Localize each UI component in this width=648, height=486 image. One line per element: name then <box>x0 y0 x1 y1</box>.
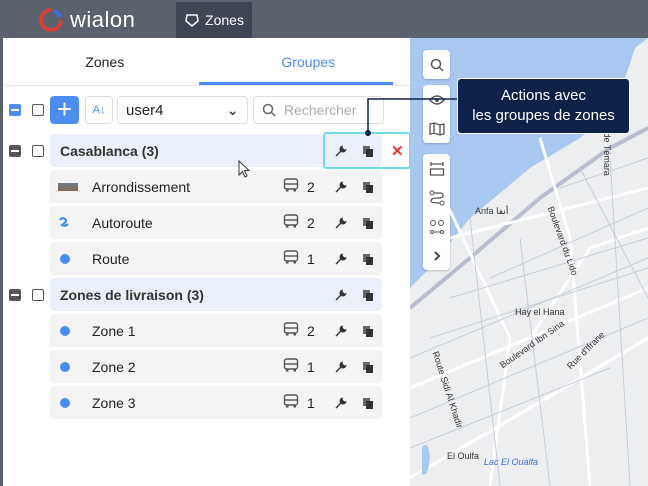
unit-count: 2 <box>307 178 315 195</box>
copy-icon[interactable] <box>362 360 376 374</box>
zone-row[interactable]: Route 1 <box>50 242 382 275</box>
group-collapse-toggle[interactable] <box>9 145 21 157</box>
copy-icon[interactable] <box>362 396 376 410</box>
group-row[interactable]: Zones de livraison (3) <box>50 278 382 311</box>
wrench-icon[interactable] <box>334 252 348 266</box>
map-search-control <box>423 50 450 79</box>
tab-groups[interactable]: Groupes <box>207 38 411 85</box>
route-icon[interactable] <box>423 183 450 212</box>
user-select[interactable]: user4 ⌄ <box>117 96 248 124</box>
tooltip: Actions avec les groupes de zones <box>457 78 630 134</box>
chevron-down-icon: ⌄ <box>226 102 239 119</box>
unit-count: 2 <box>307 214 315 231</box>
points-icon[interactable] <box>423 212 450 241</box>
tooltip-connector <box>365 98 458 136</box>
image-zone-icon <box>58 182 78 191</box>
unit-count: 1 <box>307 250 315 267</box>
map-label: El Oulfa <box>447 451 480 461</box>
copy-icon[interactable] <box>362 180 376 194</box>
map-label: Lac El Oualfa <box>484 457 539 467</box>
copy-icon[interactable] <box>362 288 376 302</box>
line-zone-icon <box>58 215 70 231</box>
polygon-zone-icon <box>185 14 199 27</box>
circle-zone-icon <box>60 397 70 408</box>
unit-icon <box>283 394 299 411</box>
tab-zones[interactable]: Zones <box>3 38 207 85</box>
add-group-button[interactable]: + <box>50 96 79 124</box>
unit-icon <box>283 214 299 231</box>
map-label: Anfa أنفا <box>475 206 509 216</box>
unit-count: 2 <box>307 322 315 339</box>
zone-row[interactable]: Arrondissement 2 <box>50 170 382 203</box>
wrench-icon[interactable] <box>334 360 348 374</box>
zone-row[interactable]: Zone 3 1 <box>50 386 382 419</box>
unit-icon <box>283 322 299 339</box>
unit-icon <box>283 358 299 375</box>
collapse-all-toggle[interactable] <box>9 104 21 116</box>
wrench-icon[interactable] <box>334 216 348 230</box>
zone-row[interactable]: Zone 1 2 <box>50 314 382 347</box>
top-bar: wialon Zones <box>0 0 648 38</box>
unit-count: 1 <box>307 394 315 411</box>
tabs: Zones Groupes <box>3 38 410 86</box>
wrench-icon[interactable] <box>334 288 348 302</box>
unit-count: 1 <box>307 358 315 375</box>
zones-panel: Zones Groupes + A↓ user4 ⌄ Rechercher Cas… <box>3 38 411 486</box>
active-tab-indicator <box>199 82 393 85</box>
wrench-icon[interactable] <box>334 180 348 194</box>
search-icon[interactable] <box>423 50 450 79</box>
wialon-logo-icon <box>39 8 63 32</box>
toolbar: + A↓ user4 ⌄ Rechercher <box>3 96 410 124</box>
copy-icon[interactable] <box>362 324 376 338</box>
unit-icon <box>283 178 299 195</box>
wialon-logo[interactable]: wialon <box>38 7 135 33</box>
app-tab-zones[interactable]: Zones <box>176 2 252 38</box>
group-checkbox[interactable] <box>32 145 44 157</box>
unit-icon <box>283 250 299 267</box>
select-all-checkbox[interactable] <box>32 104 44 116</box>
group-collapse-toggle[interactable] <box>9 289 21 301</box>
ruler-icon[interactable] <box>423 154 450 183</box>
copy-icon[interactable] <box>362 216 376 230</box>
zone-row[interactable]: Zone 2 1 <box>50 350 382 383</box>
mouse-cursor-icon <box>238 160 251 178</box>
group-checkbox[interactable] <box>32 289 44 301</box>
map-tools-control <box>423 154 450 270</box>
circle-zone-icon <box>60 253 70 264</box>
wrench-icon[interactable] <box>334 324 348 338</box>
zone-row[interactable]: Autoroute 2 <box>50 206 382 239</box>
sort-button[interactable]: A↓ <box>85 96 113 124</box>
copy-icon[interactable] <box>362 252 376 266</box>
circle-zone-icon <box>60 325 70 336</box>
search-icon <box>262 103 276 117</box>
wrench-icon[interactable] <box>334 396 348 410</box>
circle-zone-icon <box>60 361 70 372</box>
map-label: Hay el Hana <box>515 307 565 317</box>
chevron-right-icon[interactable] <box>423 241 450 270</box>
